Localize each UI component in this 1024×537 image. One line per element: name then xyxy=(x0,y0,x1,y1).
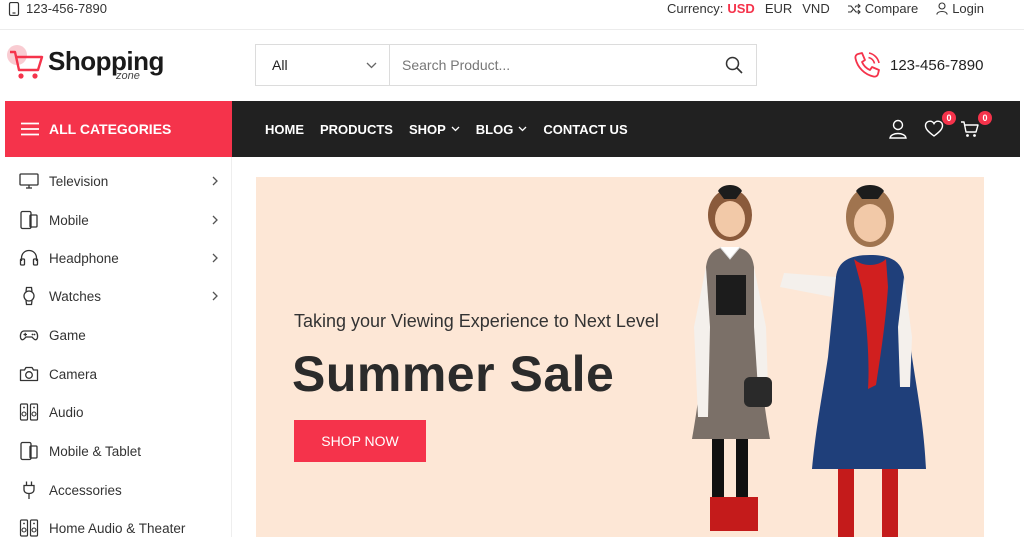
all-categories-label: ALL CATEGORIES xyxy=(49,121,172,137)
currency-eur[interactable]: EUR xyxy=(765,1,792,16)
cart-icon xyxy=(961,121,979,137)
nav-contact[interactable]: CONTACT US xyxy=(543,122,627,137)
top-divider xyxy=(0,29,1024,30)
chevron-right-icon xyxy=(212,215,218,225)
nav-blog-label: BLOG xyxy=(475,121,514,137)
sidebar-item-label: Watches xyxy=(49,288,102,304)
sidebar-item-game[interactable]: Game xyxy=(5,316,232,354)
sidebar-item-television[interactable]: Television xyxy=(5,162,232,200)
girl-right-figure xyxy=(780,185,926,537)
cart-button[interactable]: 0 xyxy=(960,111,992,139)
sidebar-item-accessories[interactable]: Accessories xyxy=(5,471,232,509)
currency-label: Currency: xyxy=(667,1,724,16)
watch-icon xyxy=(23,286,35,306)
sidebar-item-home-audio[interactable]: Home Audio & Theater xyxy=(5,509,232,537)
main-nav: HOME PRODUCTS SHOP BLOG CONTACT US 0 0 xyxy=(232,101,1020,157)
cart-logo-icon xyxy=(7,45,44,79)
category-sidebar: Television Mobile Headphone Watches Game… xyxy=(5,157,232,537)
phone-call-icon xyxy=(854,52,880,78)
sidebar-item-label: Mobile xyxy=(49,212,89,228)
user-icon xyxy=(936,2,948,15)
wishlist-count-badge: 0 xyxy=(942,111,956,125)
headphone-icon xyxy=(19,249,39,266)
plug-icon xyxy=(23,481,35,499)
chevron-down-icon xyxy=(366,62,377,68)
chevron-right-icon xyxy=(212,253,218,263)
chevron-right-icon xyxy=(212,291,218,301)
nav-shop-label: SHOP xyxy=(408,121,446,137)
search-icon xyxy=(725,56,743,74)
phone-icon xyxy=(8,1,20,16)
sidebar-item-label: Home Audio & Theater xyxy=(49,520,186,536)
top-phone[interactable]: 123-456-7890 xyxy=(8,1,107,16)
hero-banner: Taking your Viewing Experience to Next L… xyxy=(256,177,984,537)
top-bar: 123-456-7890 Currency: USD EUR VND Compa… xyxy=(0,0,1024,20)
nav-home[interactable]: HOME xyxy=(265,122,304,137)
banner-kids-image xyxy=(692,185,926,537)
mobile-icon xyxy=(20,210,38,230)
header-phone[interactable]: 123-456-7890 xyxy=(852,50,983,80)
gamepad-icon xyxy=(19,330,39,341)
search-category-select[interactable]: All xyxy=(256,45,390,85)
login-link[interactable]: Login xyxy=(936,1,984,16)
speaker-icon xyxy=(19,519,39,537)
top-phone-text: 123-456-7890 xyxy=(26,1,107,16)
user-icon xyxy=(889,119,907,139)
sidebar-item-camera[interactable]: Camera xyxy=(5,355,232,393)
sidebar-item-mobile[interactable]: Mobile xyxy=(5,201,232,239)
nav-products[interactable]: PRODUCTS xyxy=(320,122,393,137)
girl-left-figure xyxy=(692,185,772,531)
sidebar-item-mobile-tablet[interactable]: Mobile & Tablet xyxy=(5,432,232,470)
heart-icon xyxy=(924,120,944,137)
banner-subtitle: Taking your Viewing Experience to Next L… xyxy=(294,311,659,331)
all-categories-button[interactable]: ALL CATEGORIES xyxy=(5,101,232,157)
sidebar-item-label: Television xyxy=(49,173,109,189)
logo-subtext: zone xyxy=(116,70,140,82)
search-button[interactable] xyxy=(712,45,756,85)
cart-count-badge: 0 xyxy=(978,111,992,125)
shuffle-icon xyxy=(847,3,861,14)
camera-icon xyxy=(19,366,39,382)
site-logo[interactable]: Shopping zone xyxy=(6,44,166,88)
sidebar-item-label: Accessories xyxy=(49,482,122,498)
nav-contact-label: CONTACT US xyxy=(543,121,628,137)
sidebar-item-headphone[interactable]: Headphone xyxy=(5,239,232,277)
currency-usd[interactable]: USD xyxy=(727,1,754,16)
sidebar-item-label: Headphone xyxy=(49,250,119,266)
wishlist-button[interactable]: 0 xyxy=(924,111,956,139)
chevron-right-icon xyxy=(212,176,218,186)
tablet-icon xyxy=(20,441,38,461)
shop-now-button[interactable]: SHOP NOW xyxy=(294,420,426,462)
search-bar: All xyxy=(255,44,757,86)
nav-products-label: PRODUCTS xyxy=(320,121,393,137)
speaker-icon xyxy=(19,403,39,421)
account-button[interactable] xyxy=(888,119,908,139)
search-input[interactable] xyxy=(390,45,712,85)
sidebar-item-label: Mobile & Tablet xyxy=(49,443,142,459)
nav-blog[interactable]: BLOG xyxy=(476,122,528,137)
hamburger-icon xyxy=(21,122,39,136)
header-phone-text: 123-456-7890 xyxy=(890,56,984,74)
tv-icon xyxy=(19,173,39,189)
chevron-down-icon xyxy=(518,126,527,132)
sidebar-item-audio[interactable]: Audio xyxy=(5,393,232,431)
sidebar-item-label: Audio xyxy=(49,404,84,420)
sidebar-item-label: Camera xyxy=(49,366,98,382)
nav-shop[interactable]: SHOP xyxy=(409,122,460,137)
compare-link[interactable]: Compare xyxy=(847,1,919,16)
search-category-value: All xyxy=(272,57,288,73)
logo-text: Shopping xyxy=(48,46,164,76)
currency-vnd[interactable]: VND xyxy=(802,1,829,16)
sidebar-item-watches[interactable]: Watches xyxy=(5,277,232,315)
nav-home-label: HOME xyxy=(265,121,304,137)
chevron-down-icon xyxy=(451,126,460,132)
compare-label: Compare xyxy=(864,1,919,16)
login-label: Login xyxy=(952,1,984,16)
sidebar-item-label: Game xyxy=(49,327,86,343)
banner-title: Summer Sale xyxy=(292,346,615,402)
